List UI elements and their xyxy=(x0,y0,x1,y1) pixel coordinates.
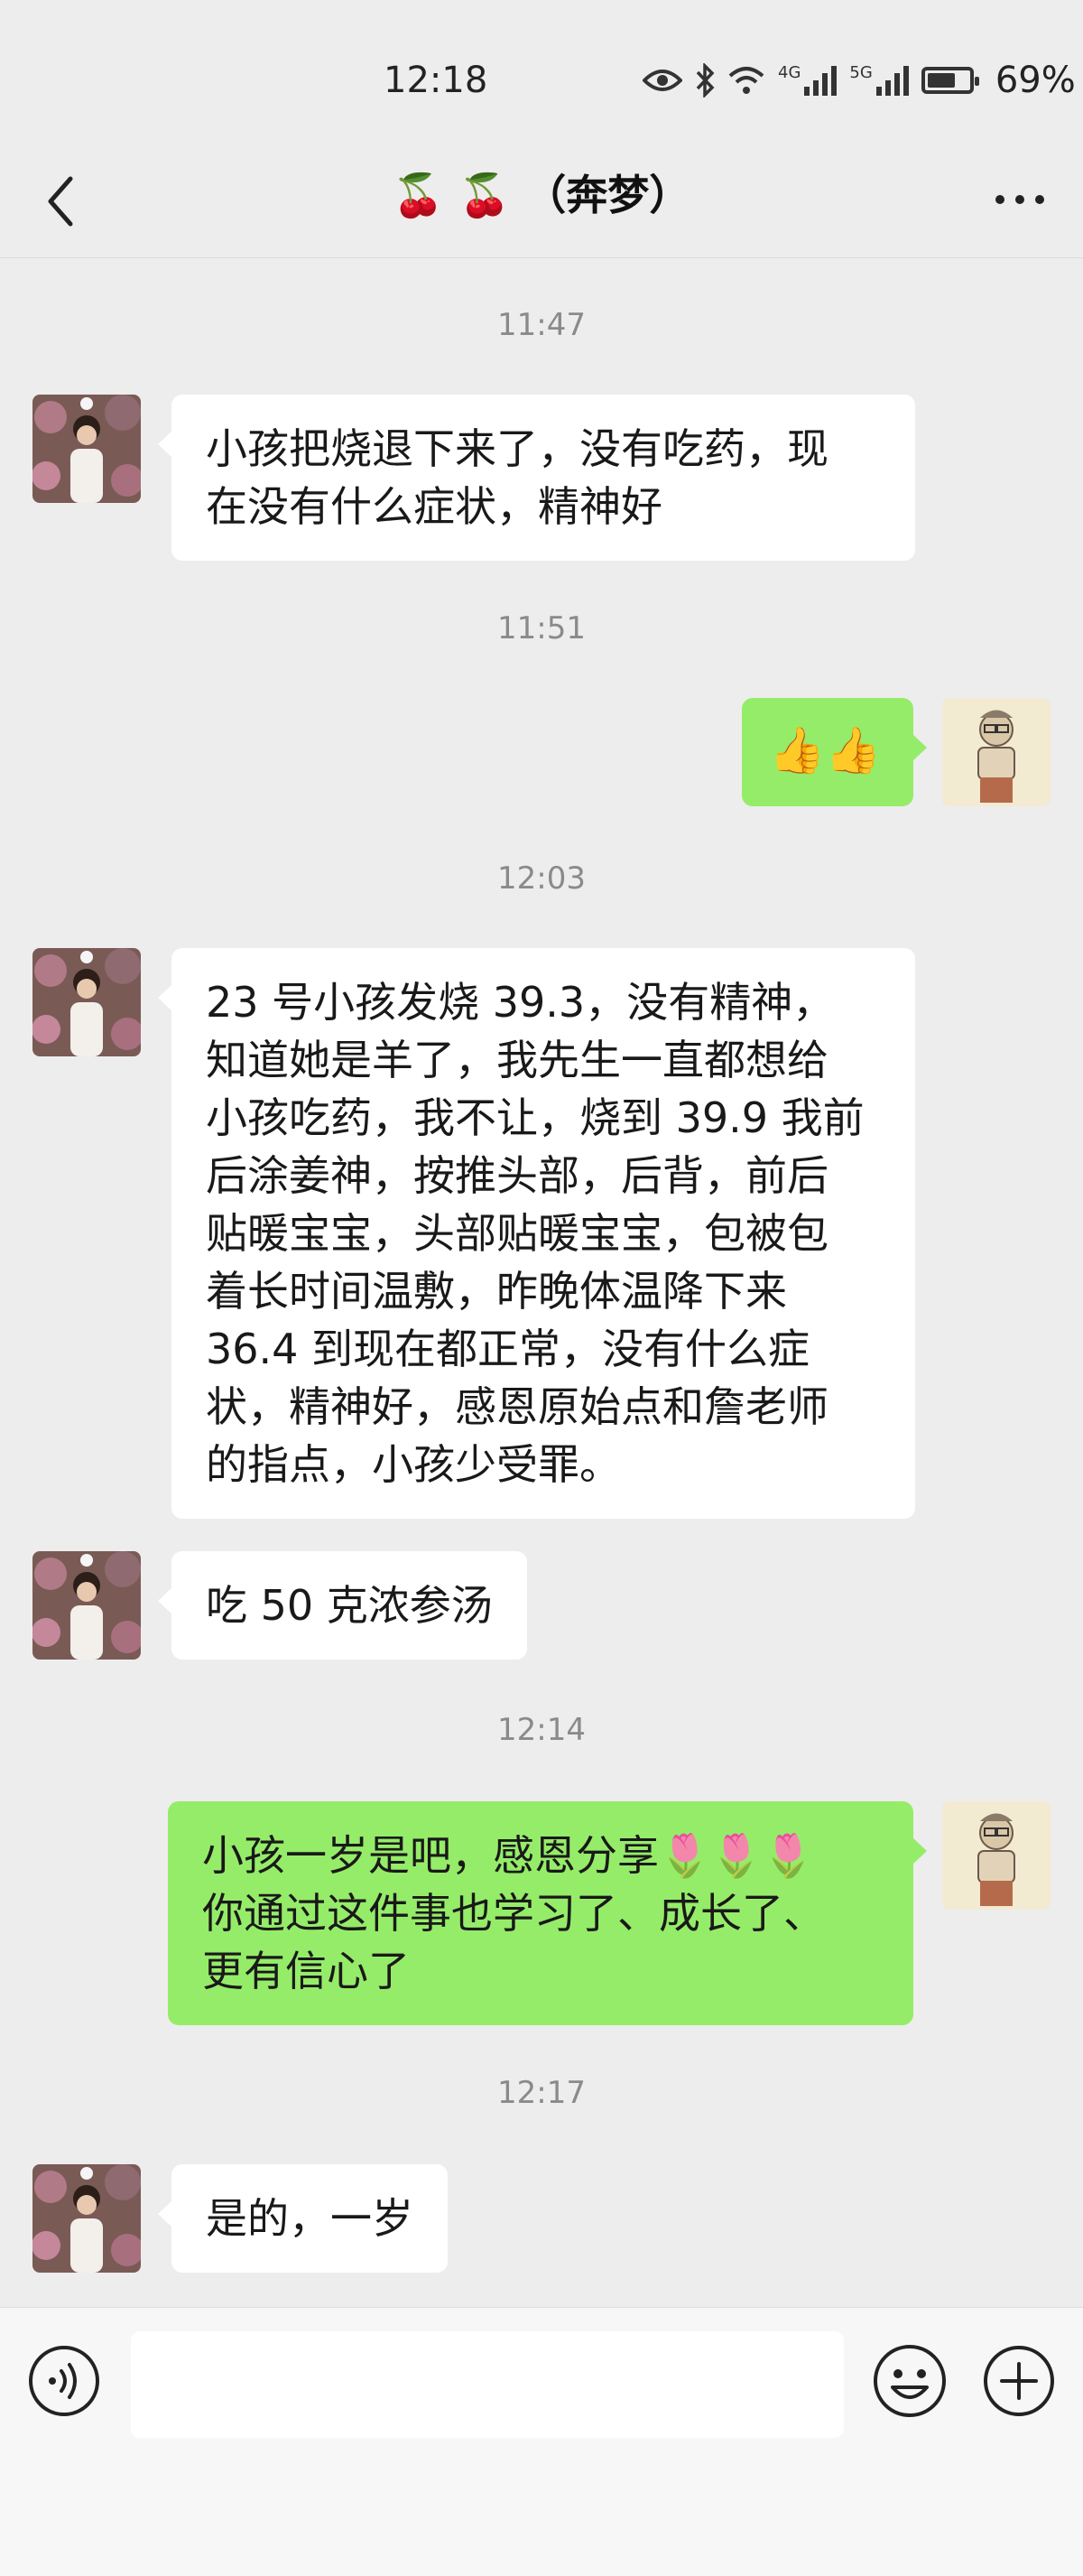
emoji-icon[interactable] xyxy=(871,2342,949,2420)
thumbs-up-emoji: 👍👍 xyxy=(769,724,882,777)
message-bubble-outgoing[interactable]: 小孩一岁是吧，感恩分享🌷🌷🌷 你通过这件事也学习了、成长了、 更有信心了 xyxy=(168,1801,927,2025)
message-line: 小孩把烧退下来了，没有吃药，现 xyxy=(206,424,828,473)
title-emoji: 🍒 🍒 xyxy=(392,171,511,219)
timestamp: 12:03 xyxy=(497,860,586,897)
signal-icon xyxy=(804,66,838,96)
timestamp: 12:14 xyxy=(497,1712,586,1748)
message-line: 吃 50 克浓参汤 xyxy=(206,1581,493,1630)
avatar[interactable] xyxy=(32,2164,141,2273)
status-icons: 4G 5G 69% xyxy=(643,60,1076,101)
avatar[interactable] xyxy=(32,395,141,503)
message-line: 36.4 到现在都正常，没有什么症 xyxy=(206,1325,810,1373)
message-line: 知道她是羊了，我先生一直都想给 xyxy=(206,1036,828,1084)
message-line: 更有信心了 xyxy=(202,1947,410,1995)
avatar[interactable] xyxy=(32,1551,141,1660)
wifi-icon xyxy=(728,67,764,94)
bluetooth-icon xyxy=(696,63,715,98)
status-time: 12:18 xyxy=(384,60,488,101)
message-line: 小孩一岁是吧，感恩分享🌷🌷🌷 xyxy=(202,1831,814,1880)
more-dots-icon[interactable] xyxy=(993,186,1047,213)
message-bubble-incoming[interactable]: 23 号小孩发烧 39.3，没有精神， 知道她是羊了，我先生一直都想给 小孩吃药… xyxy=(158,948,915,1519)
plus-icon[interactable] xyxy=(982,2344,1056,2418)
message-bubble-incoming[interactable]: 是的，一岁 xyxy=(158,2164,448,2273)
message-line: 状，精神好，感恩原始点和詹老师 xyxy=(206,1382,828,1431)
eye-icon xyxy=(643,70,682,91)
timestamp: 12:17 xyxy=(497,2075,586,2111)
status-bar: 12:18 4G 5G 69% xyxy=(0,0,1083,153)
chat-header: 🍒 🍒 （奔梦） xyxy=(0,153,1083,257)
message-bubble-incoming[interactable]: 吃 50 克浓参汤 xyxy=(158,1551,527,1660)
timestamp: 11:51 xyxy=(497,610,586,646)
message-line: 是的，一岁 xyxy=(206,2194,413,2243)
message-bubble-incoming[interactable]: 小孩把烧退下来了，没有吃药，现 在没有什么症状，精神好 xyxy=(158,395,915,561)
signal-icon xyxy=(875,66,909,96)
message-line: 你通过这件事也学习了、成长了、 xyxy=(202,1889,825,1938)
avatar[interactable] xyxy=(942,1801,1051,1910)
message-line: 后涂姜神，按推头部，后背，前后 xyxy=(206,1151,828,1200)
contact-name: （奔梦） xyxy=(524,171,691,219)
message-line: 小孩吃药，我不让，烧到 39.9 我前 xyxy=(206,1093,865,1142)
message-line: 着长时间温敷，昨晚体温降下来 xyxy=(206,1267,787,1316)
message-line: 23 号小孩发烧 39.3，没有精神， xyxy=(206,978,835,1027)
network-5g-label: 5G xyxy=(849,63,873,82)
chat-title: 🍒 🍒 （奔梦） xyxy=(0,163,1083,222)
message-input[interactable] xyxy=(131,2331,844,2438)
message-line: 的指点，小孩少受罪。 xyxy=(206,1440,621,1489)
timestamp: 11:47 xyxy=(497,307,586,343)
battery-percent: 69% xyxy=(995,60,1076,101)
message-bubble-outgoing[interactable]: 👍👍 xyxy=(742,698,927,806)
voice-icon[interactable] xyxy=(27,2344,101,2418)
header-divider xyxy=(0,257,1083,258)
message-line: 在没有什么症状，精神好 xyxy=(206,482,662,531)
network-4g-label: 4G xyxy=(778,63,801,82)
avatar[interactable] xyxy=(32,948,141,1056)
message-line: 贴暖宝宝，头部贴暖宝宝，包被包 xyxy=(206,1209,828,1258)
avatar[interactable] xyxy=(942,698,1051,806)
battery-icon xyxy=(921,67,979,94)
input-bar xyxy=(0,2307,1083,2576)
